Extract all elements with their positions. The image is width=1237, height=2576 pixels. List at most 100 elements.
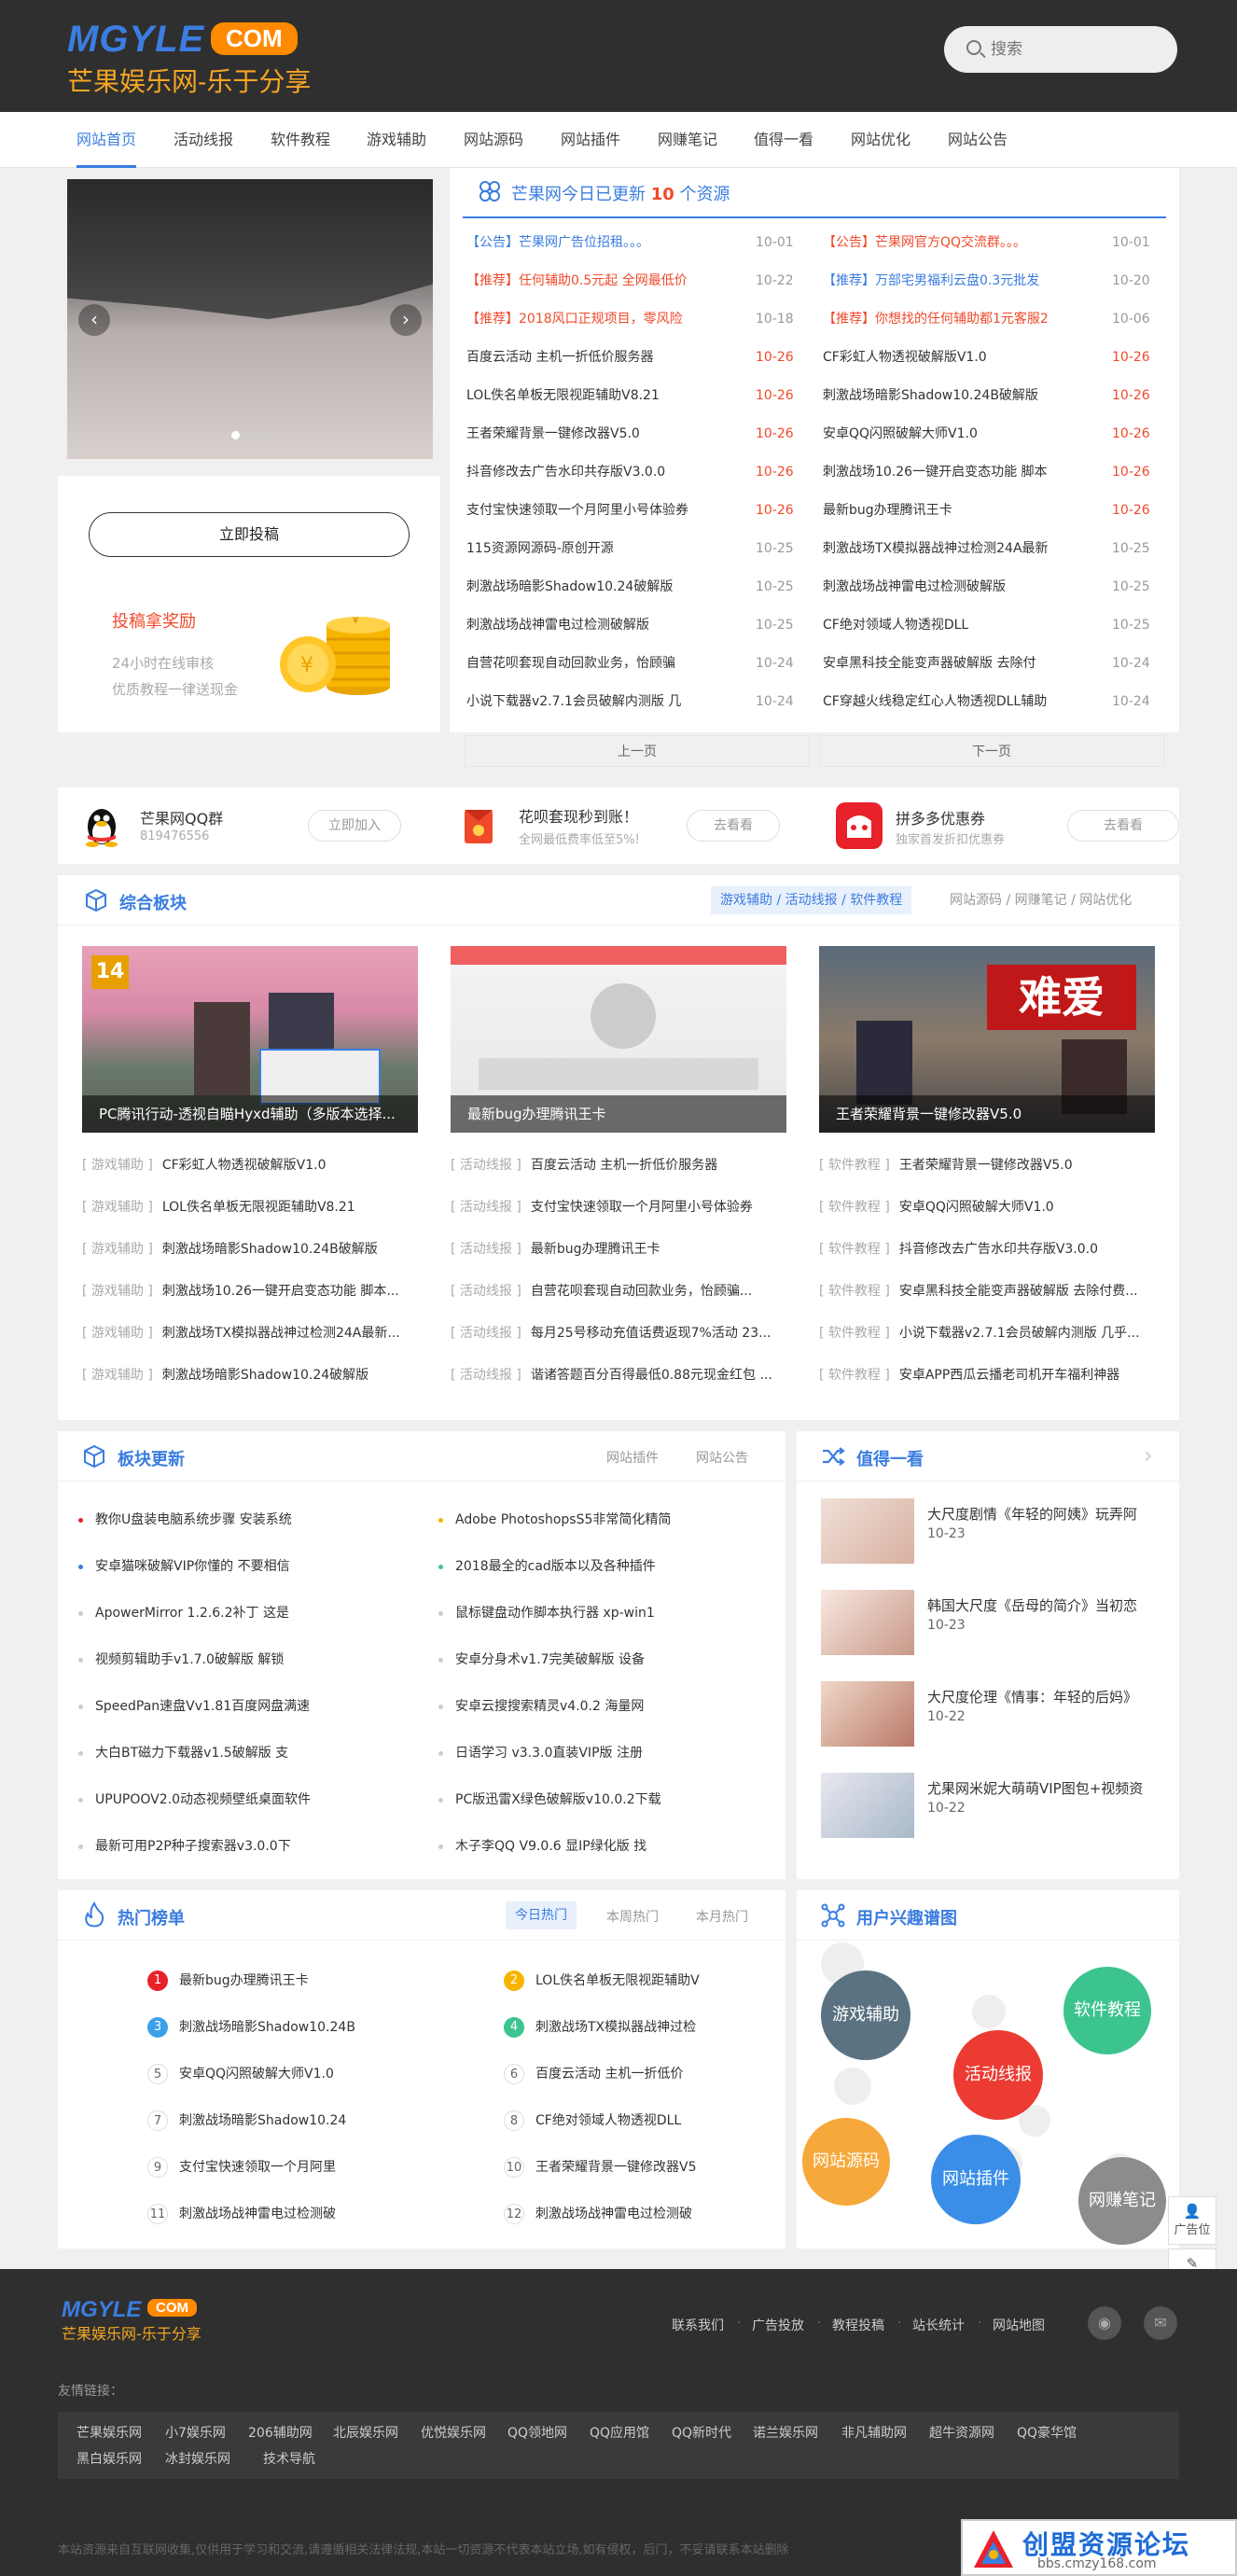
thumb-caption[interactable]: PC腾讯行动-透视自瞄Hyxd辅助（多版本选择...: [82, 1095, 418, 1133]
friend-link[interactable]: 技术导航: [263, 2449, 315, 2468]
worth-item[interactable]: 尤果网米妮大萌萌VIP图包+视频资 10-22: [821, 1773, 1166, 1847]
category-tag[interactable]: [ 游戏辅助 ]: [82, 1284, 153, 1299]
category-tag[interactable]: [ 软件教程 ]: [819, 1242, 890, 1257]
hot-title[interactable]: 最新bug办理腾讯王卡: [179, 1970, 309, 1991]
join-button[interactable]: 立即加入: [308, 810, 401, 842]
category-tag[interactable]: [ 软件教程 ]: [819, 1200, 890, 1215]
item-title[interactable]: 每月25号移动充值话费返现7%活动 23...: [531, 1326, 771, 1341]
item-title[interactable]: 日语学习 v3.3.0直装VIP版 注册: [455, 1746, 643, 1761]
nav-item[interactable]: 网站源码: [464, 112, 523, 168]
list-item[interactable]: 安卓分身术v1.7完美破解版 设备: [438, 1650, 774, 1670]
nav-item[interactable]: 网站首页: [76, 112, 137, 168]
hot-item[interactable]: 1 最新bug办理腾讯王卡: [147, 1970, 455, 1991]
category-tag[interactable]: [ 游戏辅助 ]: [82, 1200, 153, 1215]
update-title[interactable]: 刺激战场TX模拟器战神过检测24A最新: [823, 537, 1093, 560]
list-item[interactable]: 大白BT磁力下载器v1.5破解版 支: [78, 1743, 414, 1763]
hero-slider[interactable]: ‹ ›: [67, 179, 433, 459]
list-item[interactable]: SpeedPan速盘Vv1.81百度网盘满速: [78, 1696, 414, 1717]
hot-title[interactable]: 刺激战场TX模拟器战神过检: [535, 2017, 696, 2038]
item-title[interactable]: UPUPOOV2.0动态视频壁纸桌面软件: [95, 1792, 311, 1807]
hot-item[interactable]: 3 刺激战场暗影Shadow10.24B: [147, 2017, 455, 2038]
thumb-card[interactable]: 最新bug办理腾讯王卡: [451, 946, 786, 1133]
update-title[interactable]: 【推荐】任何辅助0.5元起 全网最低价: [466, 270, 737, 292]
footer-link[interactable]: 联系我们: [672, 2316, 724, 2334]
hot-title[interactable]: 王者荣耀背景一键修改器V5: [535, 2157, 696, 2178]
worth-thumbnail[interactable]: [821, 1681, 914, 1747]
friend-link[interactable]: 小7娱乐网: [165, 2423, 226, 2442]
list-item[interactable]: [ 活动线报 ] 支付宝快速领取一个月阿里小号体验券: [451, 1197, 791, 1218]
slider-next-icon[interactable]: ›: [390, 304, 422, 336]
update-title[interactable]: 115资源网源码-原创开源: [466, 537, 737, 560]
friend-link[interactable]: 冰封娱乐网: [165, 2449, 230, 2468]
item-title[interactable]: 安卓APP西瓜云播老司机开车福利神器: [899, 1368, 1119, 1383]
update-row[interactable]: 【推荐】2018风口正规项目，零风险 10-18: [466, 308, 812, 330]
friend-link[interactable]: 黑白娱乐网: [76, 2449, 142, 2468]
update-row[interactable]: 115资源网源码-原创开源 10-25: [466, 537, 812, 560]
search-box[interactable]: [944, 26, 1177, 73]
mail-icon[interactable]: ✉: [1144, 2306, 1177, 2340]
slider-dot[interactable]: [245, 431, 254, 439]
slider-dot[interactable]: [259, 431, 268, 439]
thumb-card[interactable]: 14 PC腾讯行动-透视自瞄Hyxd辅助（多版本选择...: [82, 946, 418, 1133]
friend-link[interactable]: 非凡辅助网: [841, 2423, 907, 2442]
update-row[interactable]: 【推荐】任何辅助0.5元起 全网最低价 10-22: [466, 270, 812, 292]
update-row[interactable]: 支付宝快速领取一个月阿里小号体验券 10-26: [466, 499, 812, 522]
category-tag[interactable]: [ 活动线报 ]: [451, 1368, 521, 1383]
interest-bubble[interactable]: 网赚笔记: [1078, 2157, 1166, 2245]
list-item[interactable]: [ 软件教程 ] 安卓QQ闪照破解大师V1.0: [819, 1197, 1160, 1218]
update-title[interactable]: 王者荣耀背景一键修改器V5.0: [466, 423, 737, 445]
friend-link[interactable]: QQ新时代: [672, 2423, 731, 2442]
footer-link[interactable]: 网站地图: [993, 2316, 1045, 2334]
list-item[interactable]: 视频剪辑助手v1.7.0破解版 解锁: [78, 1650, 414, 1670]
hot-item[interactable]: 4 刺激战场TX模拟器战神过检: [504, 2017, 812, 2038]
list-item[interactable]: 最新可用P2P种子搜索器v3.0.0下: [78, 1836, 414, 1857]
list-item[interactable]: [ 活动线报 ] 最新bug办理腾讯王卡: [451, 1239, 791, 1260]
update-row[interactable]: 自营花呗套现自动回款业务，怡顾骗 10-24: [466, 652, 812, 675]
logo-com-badge[interactable]: COM: [211, 22, 298, 55]
nav-item[interactable]: 值得一看: [754, 112, 813, 168]
interest-bubble[interactable]: 软件教程: [1063, 1967, 1151, 2054]
footer-logo[interactable]: MGYLE: [62, 2297, 141, 2323]
item-title[interactable]: 大白BT磁力下载器v1.5破解版 支: [95, 1746, 288, 1761]
item-title[interactable]: 最新可用P2P种子搜索器v3.0.0下: [95, 1839, 291, 1854]
update-title[interactable]: 【推荐】2018风口正规项目，零风险: [466, 308, 737, 330]
list-item[interactable]: [ 软件教程 ] 抖音修改去广告水印共存版V3.0.0: [819, 1239, 1160, 1260]
nav-item[interactable]: 软件教程: [271, 112, 330, 168]
tab-today[interactable]: 今日热门: [506, 1901, 577, 1929]
update-title[interactable]: 刺激战场暗影Shadow10.24B破解版: [823, 384, 1093, 407]
update-title[interactable]: 刺激战场暗影Shadow10.24破解版: [466, 576, 737, 598]
update-title[interactable]: 抖音修改去广告水印共存版V3.0.0: [466, 461, 737, 483]
footer-logo-com[interactable]: COM: [147, 2299, 197, 2317]
item-title[interactable]: CF彩虹人物透视破解版V1.0: [162, 1158, 327, 1173]
list-item[interactable]: 日语学习 v3.3.0直装VIP版 注册: [438, 1743, 774, 1763]
update-row[interactable]: LOL佚名单板无限视距辅助V8.21 10-26: [466, 384, 812, 407]
item-title[interactable]: 鼠标键盘动作脚本执行器 xp-win1: [455, 1606, 655, 1621]
worth-title[interactable]: 尤果网米妮大萌萌VIP图包+视频资: [927, 1778, 1161, 1799]
hot-title[interactable]: 刺激战场暗影Shadow10.24: [179, 2110, 346, 2131]
update-title[interactable]: CF穿越火线稳定红心人物透视DLL辅助: [823, 690, 1093, 713]
item-title[interactable]: 视频剪辑助手v1.7.0破解版 解锁: [95, 1652, 284, 1667]
worth-title[interactable]: 韩国大尺度《岳母的简介》当初恋: [927, 1595, 1161, 1616]
list-item[interactable]: [ 软件教程 ] 安卓黑科技全能变声器破解版 去除付费...: [819, 1281, 1160, 1302]
list-item[interactable]: [ 活动线报 ] 每月25号移动充值话费返现7%活动 23...: [451, 1323, 791, 1344]
update-title[interactable]: 刺激战场战神雷电过检测破解版: [466, 614, 737, 636]
side-ad-button[interactable]: 👤 广告位: [1168, 2196, 1216, 2245]
update-row[interactable]: 抖音修改去广告水印共存版V3.0.0 10-26: [466, 461, 812, 483]
hot-item[interactable]: 2 LOL佚名单板无限视距辅助V: [504, 1970, 812, 1991]
category-tag[interactable]: [ 软件教程 ]: [819, 1284, 890, 1299]
item-title[interactable]: 抖音修改去广告水印共存版V3.0.0: [899, 1242, 1098, 1257]
update-row[interactable]: 【推荐】万部宅男福利云盘0.3元批发 10-20: [823, 270, 1168, 292]
hot-item[interactable]: 9 支付宝快速领取一个月阿里: [147, 2157, 455, 2178]
thumb-card[interactable]: 难爱 王者荣耀背景一键修改器V5.0: [819, 946, 1155, 1133]
category-tag[interactable]: [ 活动线报 ]: [451, 1158, 521, 1173]
tab-week[interactable]: 本周热门: [606, 1907, 659, 1926]
update-title[interactable]: CF绝对领域人物透视DLL: [823, 614, 1093, 636]
hot-title[interactable]: 安卓QQ闪照破解大师V1.0: [179, 2064, 334, 2084]
tab-active[interactable]: 游戏辅助 / 活动线报 / 软件教程: [711, 886, 912, 914]
update-row[interactable]: 小说下载器v2.7.1会员破解内测版 几 10-24: [466, 690, 812, 713]
update-title[interactable]: 最新bug办理腾讯王卡: [823, 499, 1093, 522]
list-item[interactable]: 安卓猫咪破解VIP你懂的 不要相信: [78, 1556, 414, 1577]
update-row[interactable]: 刺激战场暗影Shadow10.24破解版 10-25: [466, 576, 812, 598]
list-item[interactable]: [ 软件教程 ] 安卓APP西瓜云播老司机开车福利神器: [819, 1365, 1160, 1385]
category-tag[interactable]: [ 软件教程 ]: [819, 1368, 890, 1383]
